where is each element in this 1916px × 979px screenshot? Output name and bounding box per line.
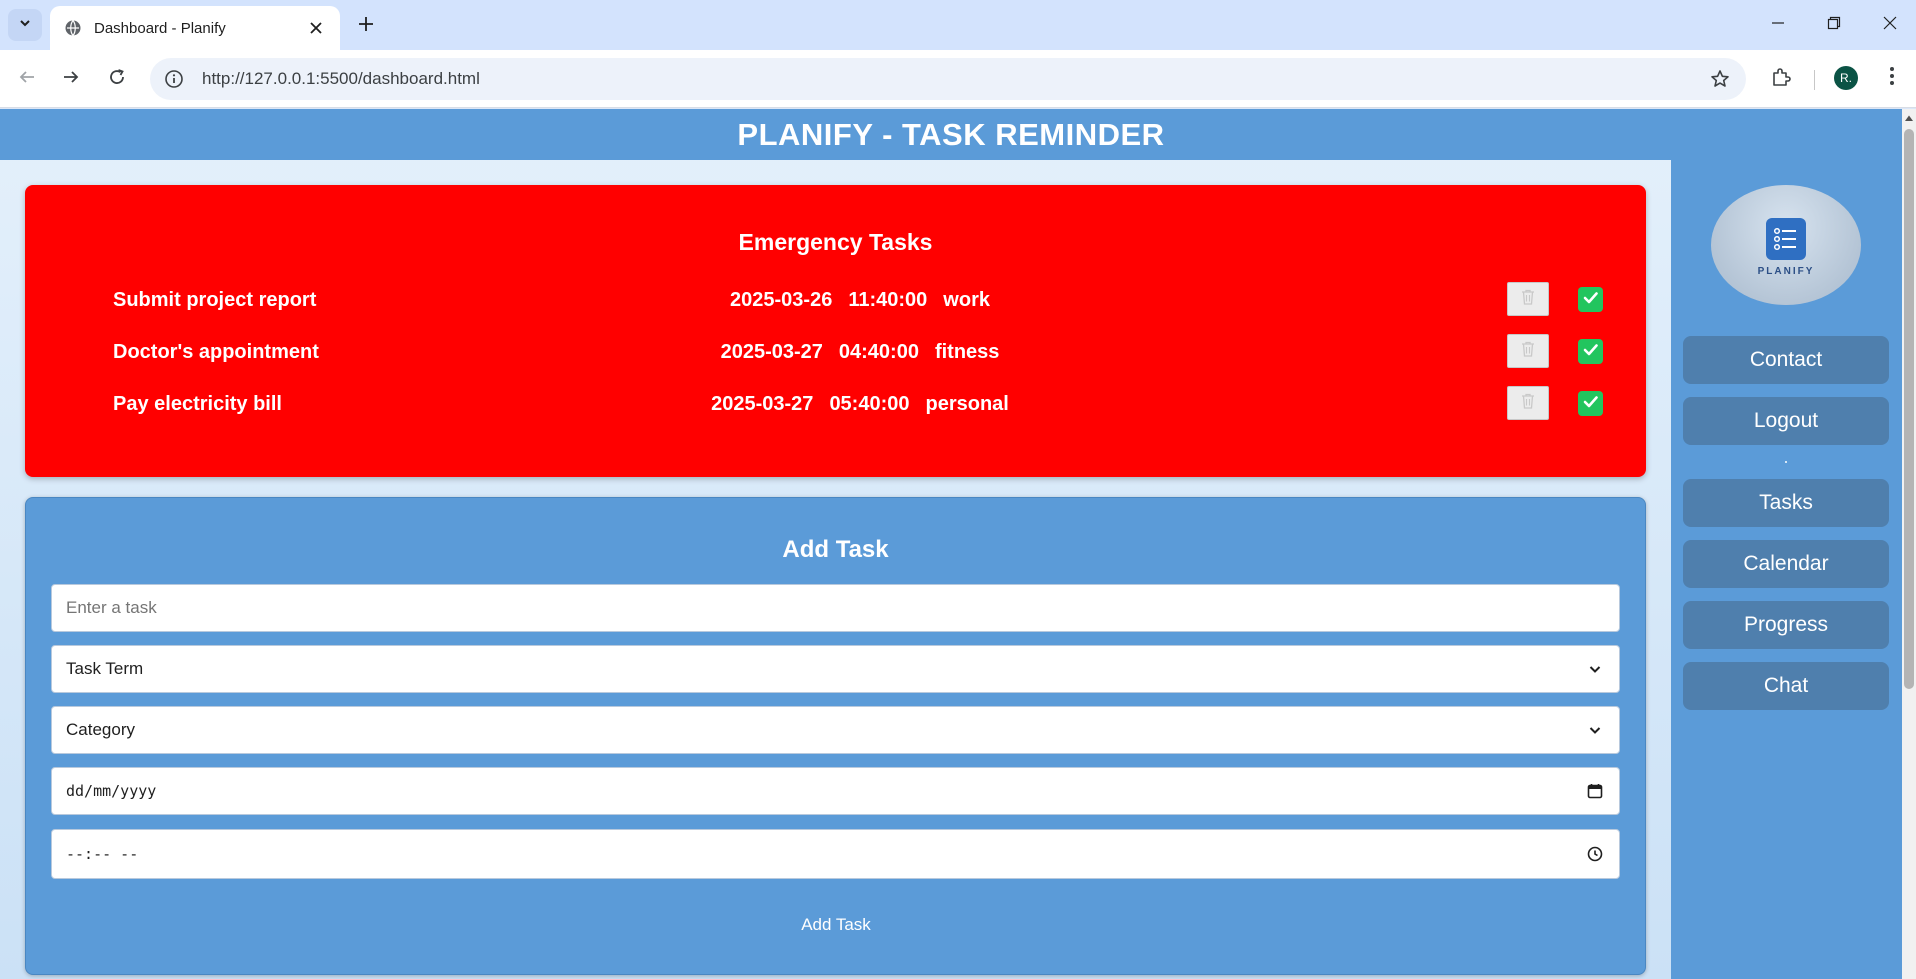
date-value: dd/mm/yyyy bbox=[66, 782, 157, 800]
chevron-down-icon bbox=[18, 16, 32, 35]
chevron-down-icon bbox=[1585, 659, 1605, 679]
emergency-task-row: Pay electricity bill 2025-03-27 05:40:00 p… bbox=[25, 385, 1646, 425]
address-bar[interactable]: http://127.0.0.1:5500/dashboard.html bbox=[150, 58, 1746, 100]
emergency-task-row: Doctor's appointment 2025-03-27 04:40:00 f… bbox=[25, 333, 1646, 373]
sidebar-item-contact[interactable]: Contact bbox=[1683, 336, 1889, 384]
add-task-title: Add Task bbox=[782, 536, 889, 563]
task-date: 2025-03-27 bbox=[720, 341, 823, 363]
sidebar-divider-dot bbox=[1785, 461, 1787, 463]
trash-icon bbox=[1519, 288, 1537, 311]
checklist-icon bbox=[1766, 217, 1806, 260]
task-name: Submit project report bbox=[113, 289, 317, 311]
sidebar-item-logout[interactable]: Logout bbox=[1683, 397, 1889, 445]
task-date: 2025-03-26 bbox=[730, 289, 833, 311]
chevron-down-icon bbox=[1585, 720, 1605, 740]
toolbar-divider bbox=[1814, 70, 1815, 90]
back-button[interactable] bbox=[12, 64, 42, 94]
add-task-panel: Add Task Enter a task Task Term Category… bbox=[25, 497, 1646, 975]
star-icon[interactable] bbox=[1708, 67, 1732, 91]
extensions-icon bbox=[1771, 67, 1791, 92]
forward-button[interactable] bbox=[56, 64, 86, 94]
complete-task-checkbox[interactable] bbox=[1578, 287, 1603, 312]
minimize-button[interactable] bbox=[1758, 10, 1798, 40]
page-title: PLANIFY - TASK REMINDER bbox=[737, 116, 1165, 152]
plus-icon bbox=[358, 16, 374, 37]
profile-avatar[interactable]: R. bbox=[1834, 66, 1858, 90]
browser-menu-button[interactable] bbox=[1878, 64, 1906, 92]
date-input[interactable]: dd/mm/yyyy bbox=[51, 767, 1620, 815]
category-select[interactable]: Category bbox=[51, 706, 1620, 754]
delete-task-button[interactable] bbox=[1507, 386, 1549, 420]
task-meta: 2025-03-27 05:40:00 personal bbox=[665, 393, 1055, 416]
tab-search-button[interactable] bbox=[8, 9, 42, 41]
time-input[interactable]: --:-- -- bbox=[51, 829, 1620, 879]
page-scrollbar[interactable] bbox=[1902, 109, 1916, 979]
category-value: Category bbox=[66, 720, 135, 739]
task-meta: 2025-03-26 11:40:00 work bbox=[665, 289, 1055, 312]
check-icon bbox=[1582, 289, 1599, 311]
task-name: Pay electricity bill bbox=[113, 393, 282, 415]
extensions-button[interactable] bbox=[1766, 64, 1796, 94]
url-text: http://127.0.0.1:5500/dashboard.html bbox=[202, 69, 480, 88]
reload-icon bbox=[108, 68, 126, 91]
emergency-tasks-panel: Emergency Tasks Submit project report 20… bbox=[25, 185, 1646, 477]
scroll-up-icon[interactable] bbox=[1904, 113, 1914, 123]
sidebar-item-chat[interactable]: Chat bbox=[1683, 662, 1889, 710]
task-name: Doctor's appointment bbox=[113, 341, 319, 363]
task-input-placeholder: Enter a task bbox=[66, 598, 157, 617]
task-category: personal bbox=[925, 393, 1009, 415]
delete-task-button[interactable] bbox=[1507, 334, 1549, 368]
close-icon[interactable] bbox=[306, 18, 326, 38]
tab-title: Dashboard - Planify bbox=[94, 19, 226, 37]
planify-logo: PLANIFY bbox=[1711, 185, 1861, 305]
emergency-tasks-title: Emergency Tasks bbox=[738, 229, 933, 255]
task-term-select[interactable]: Task Term bbox=[51, 645, 1620, 693]
browser-toolbar: http://127.0.0.1:5500/dashboard.html bbox=[0, 50, 1916, 108]
sidebar-item-tasks[interactable]: Tasks bbox=[1683, 479, 1889, 527]
task-time: 04:40:00 bbox=[838, 341, 919, 363]
clock-icon[interactable] bbox=[1585, 844, 1605, 864]
restore-button[interactable] bbox=[1814, 10, 1854, 40]
check-icon bbox=[1582, 341, 1599, 363]
sidebar-item-progress[interactable]: Progress bbox=[1683, 601, 1889, 649]
delete-task-button[interactable] bbox=[1507, 282, 1549, 316]
page-viewport: PLANIFY - TASK REMINDER Emergency Tasks … bbox=[0, 109, 1916, 979]
task-term-value: Task Term bbox=[66, 659, 144, 678]
minimize-icon bbox=[1771, 16, 1785, 35]
restore-icon bbox=[1827, 16, 1841, 35]
scrollbar-thumb[interactable] bbox=[1904, 129, 1914, 689]
complete-task-checkbox[interactable] bbox=[1578, 391, 1603, 416]
browser-tab-active[interactable]: Dashboard - Planify bbox=[50, 6, 340, 50]
emergency-task-row: Submit project report 2025-03-26 11:40:00… bbox=[25, 281, 1646, 321]
globe-icon bbox=[64, 19, 82, 37]
sidebar: PLANIFY Contact Logout Tasks Calendar Pr… bbox=[1671, 160, 1902, 979]
time-value: --:-- -- bbox=[66, 845, 139, 863]
task-category: work bbox=[943, 289, 990, 311]
task-time: 11:40:00 bbox=[848, 289, 928, 311]
browser-tabstrip: Dashboard - Planify bbox=[0, 0, 1916, 50]
task-date: 2025-03-27 bbox=[711, 393, 814, 415]
add-task-button[interactable]: Add Task bbox=[786, 910, 886, 940]
task-category: fitness bbox=[934, 341, 1000, 363]
complete-task-checkbox[interactable] bbox=[1578, 339, 1603, 364]
check-icon bbox=[1582, 393, 1599, 415]
close-icon bbox=[1883, 16, 1897, 35]
info-icon[interactable] bbox=[164, 69, 184, 89]
forward-icon bbox=[62, 68, 80, 91]
trash-icon bbox=[1519, 392, 1537, 415]
task-meta: 2025-03-27 04:40:00 fitness bbox=[665, 341, 1055, 364]
task-input[interactable]: Enter a task bbox=[51, 584, 1620, 632]
back-icon bbox=[18, 68, 36, 91]
app-header: PLANIFY - TASK REMINDER bbox=[0, 109, 1902, 160]
calendar-icon[interactable] bbox=[1585, 781, 1605, 801]
new-tab-button[interactable] bbox=[352, 12, 380, 40]
window-close-button[interactable] bbox=[1870, 10, 1910, 40]
logo-text: PLANIFY bbox=[1757, 265, 1815, 277]
reload-button[interactable] bbox=[102, 64, 132, 94]
trash-icon bbox=[1519, 340, 1537, 363]
more-vert-icon bbox=[1889, 66, 1895, 91]
sidebar-item-calendar[interactable]: Calendar bbox=[1683, 540, 1889, 588]
task-time: 05:40:00 bbox=[829, 393, 910, 415]
